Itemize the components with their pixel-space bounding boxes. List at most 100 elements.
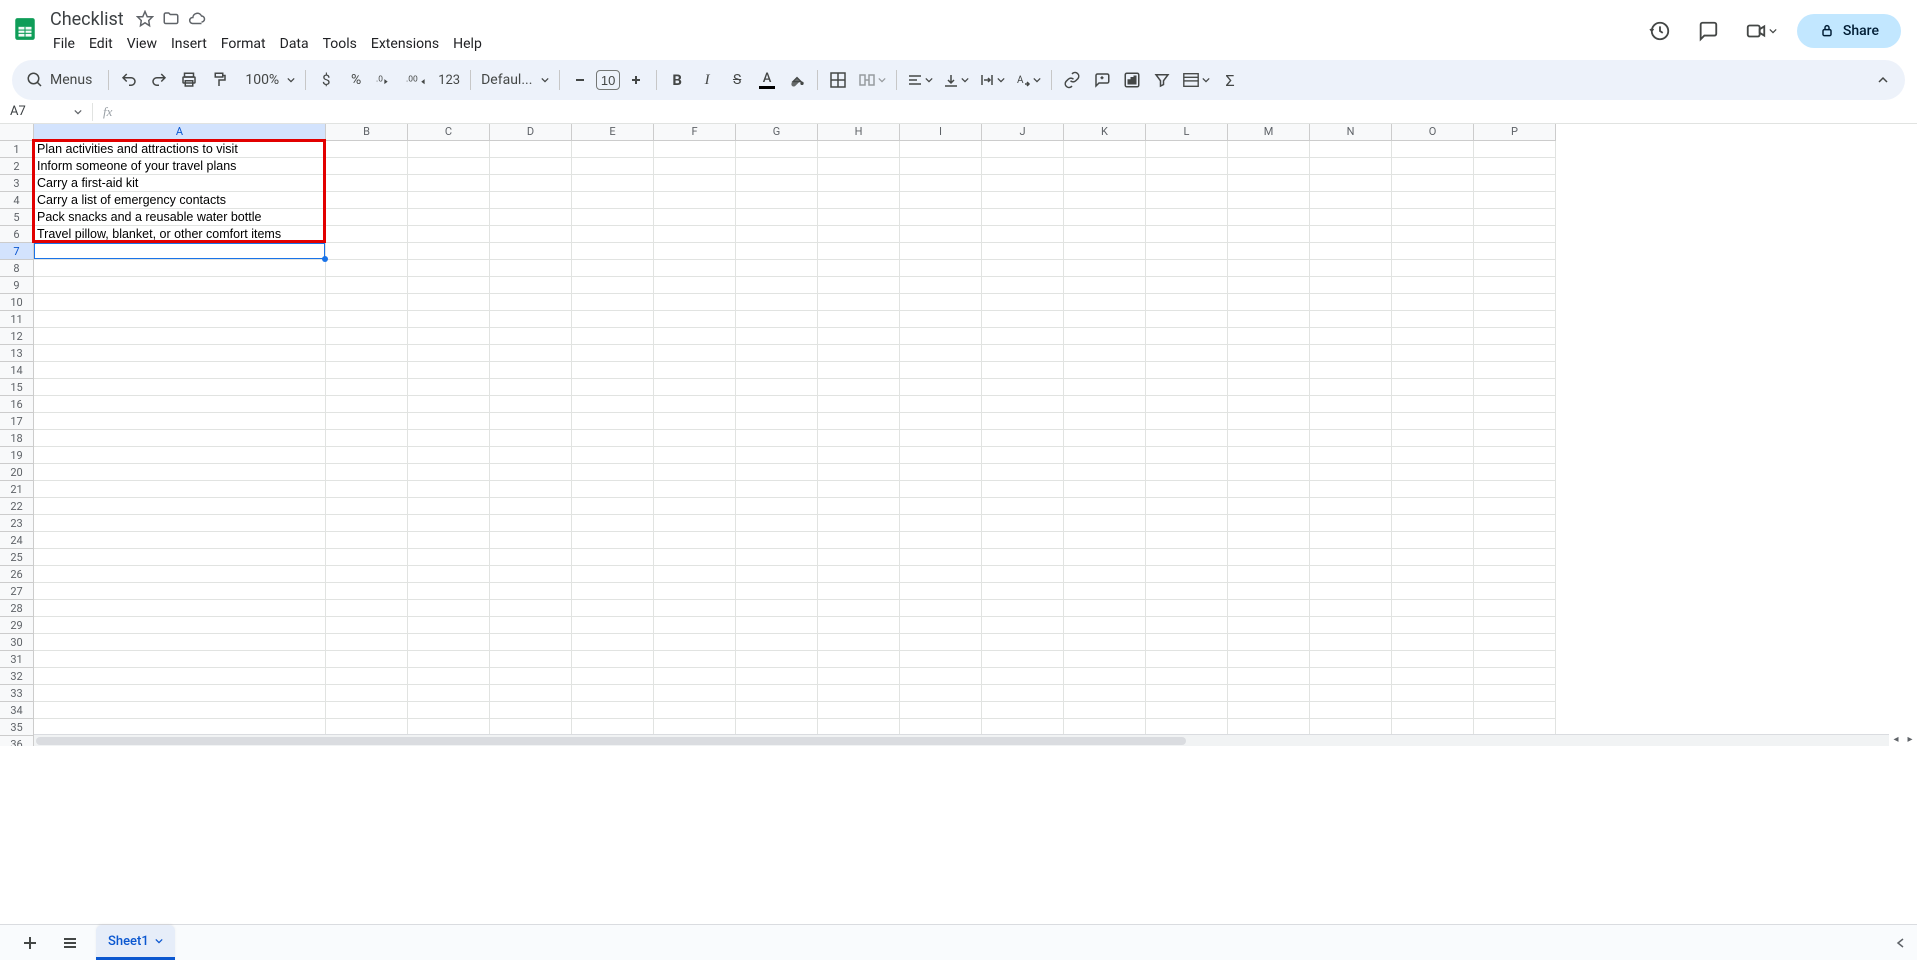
- cell[interactable]: [1474, 226, 1556, 243]
- cell[interactable]: [1474, 515, 1556, 532]
- cell[interactable]: [326, 430, 408, 447]
- undo-button[interactable]: [115, 66, 143, 94]
- cell[interactable]: [1228, 277, 1310, 294]
- cell[interactable]: [326, 668, 408, 685]
- cell[interactable]: [900, 515, 982, 532]
- menu-view[interactable]: View: [120, 32, 164, 56]
- cell[interactable]: [572, 175, 654, 192]
- cell[interactable]: [326, 311, 408, 328]
- cell[interactable]: [982, 243, 1064, 260]
- cell[interactable]: [1064, 277, 1146, 294]
- row-header[interactable]: 29: [0, 617, 34, 634]
- cell[interactable]: [818, 447, 900, 464]
- cell[interactable]: [1474, 362, 1556, 379]
- row-header[interactable]: 11: [0, 311, 34, 328]
- cell[interactable]: [1392, 702, 1474, 719]
- history-icon[interactable]: [1643, 14, 1677, 48]
- cell[interactable]: [1146, 634, 1228, 651]
- cell[interactable]: [736, 379, 818, 396]
- cell[interactable]: [408, 141, 490, 158]
- cell[interactable]: [572, 566, 654, 583]
- cell[interactable]: [654, 430, 736, 447]
- cell[interactable]: [900, 430, 982, 447]
- cell[interactable]: [736, 634, 818, 651]
- row-header[interactable]: 14: [0, 362, 34, 379]
- cell[interactable]: [736, 294, 818, 311]
- cell[interactable]: [654, 515, 736, 532]
- redo-button[interactable]: [145, 66, 173, 94]
- cell[interactable]: Plan activities and attractions to visit: [34, 141, 326, 158]
- cell[interactable]: [1310, 175, 1392, 192]
- cell[interactable]: [326, 158, 408, 175]
- cell[interactable]: [1146, 515, 1228, 532]
- cell[interactable]: [1474, 617, 1556, 634]
- row-header[interactable]: 28: [0, 600, 34, 617]
- cell[interactable]: [1064, 158, 1146, 175]
- cell[interactable]: [982, 192, 1064, 209]
- cell[interactable]: [1064, 192, 1146, 209]
- cell[interactable]: [490, 141, 572, 158]
- menu-data[interactable]: Data: [273, 32, 316, 56]
- zoom-select[interactable]: 100%: [235, 66, 299, 94]
- cell[interactable]: [1146, 311, 1228, 328]
- share-button[interactable]: Share: [1797, 14, 1901, 48]
- cell[interactable]: [1064, 549, 1146, 566]
- strikethrough-button[interactable]: S: [723, 66, 751, 94]
- column-header[interactable]: E: [572, 124, 654, 141]
- column-header[interactable]: M: [1228, 124, 1310, 141]
- cell[interactable]: [982, 311, 1064, 328]
- cell[interactable]: [1146, 260, 1228, 277]
- cell[interactable]: [490, 600, 572, 617]
- cell[interactable]: [326, 226, 408, 243]
- cell[interactable]: [1392, 379, 1474, 396]
- text-wrap-button[interactable]: [975, 66, 1009, 94]
- cell[interactable]: [1228, 294, 1310, 311]
- cell[interactable]: [1228, 175, 1310, 192]
- cell[interactable]: [982, 226, 1064, 243]
- cell[interactable]: [34, 328, 326, 345]
- cell[interactable]: [490, 481, 572, 498]
- cell[interactable]: [34, 447, 326, 464]
- cell[interactable]: [1392, 430, 1474, 447]
- cell[interactable]: [1146, 600, 1228, 617]
- scroll-right-icon[interactable]: ▸: [1903, 734, 1917, 746]
- cell[interactable]: [1146, 345, 1228, 362]
- cell[interactable]: [490, 549, 572, 566]
- cell[interactable]: [818, 277, 900, 294]
- row-header[interactable]: 21: [0, 481, 34, 498]
- cell[interactable]: [818, 260, 900, 277]
- cell[interactable]: [1474, 600, 1556, 617]
- cell[interactable]: [1064, 617, 1146, 634]
- cell[interactable]: [818, 668, 900, 685]
- cell[interactable]: [1064, 651, 1146, 668]
- cell[interactable]: [736, 396, 818, 413]
- cell[interactable]: [490, 311, 572, 328]
- menus-search[interactable]: Menus: [20, 67, 102, 93]
- cell[interactable]: [1474, 277, 1556, 294]
- row-header[interactable]: 34: [0, 702, 34, 719]
- cell[interactable]: [572, 583, 654, 600]
- cell[interactable]: [34, 362, 326, 379]
- cell[interactable]: [1228, 413, 1310, 430]
- cell[interactable]: [818, 583, 900, 600]
- cell[interactable]: [490, 277, 572, 294]
- cell[interactable]: [982, 515, 1064, 532]
- cell[interactable]: [1310, 311, 1392, 328]
- cell[interactable]: [408, 226, 490, 243]
- cell[interactable]: [490, 532, 572, 549]
- cell[interactable]: [1474, 294, 1556, 311]
- cell[interactable]: [1228, 532, 1310, 549]
- cell[interactable]: [490, 413, 572, 430]
- cell[interactable]: [34, 549, 326, 566]
- cell[interactable]: [1474, 192, 1556, 209]
- cell[interactable]: [1228, 226, 1310, 243]
- cell[interactable]: [408, 617, 490, 634]
- cell[interactable]: [1064, 345, 1146, 362]
- cell[interactable]: [1474, 260, 1556, 277]
- cell[interactable]: [1474, 209, 1556, 226]
- cell[interactable]: [326, 260, 408, 277]
- cell[interactable]: [1146, 192, 1228, 209]
- cell[interactable]: [1310, 532, 1392, 549]
- cell[interactable]: [982, 158, 1064, 175]
- cell[interactable]: [1228, 141, 1310, 158]
